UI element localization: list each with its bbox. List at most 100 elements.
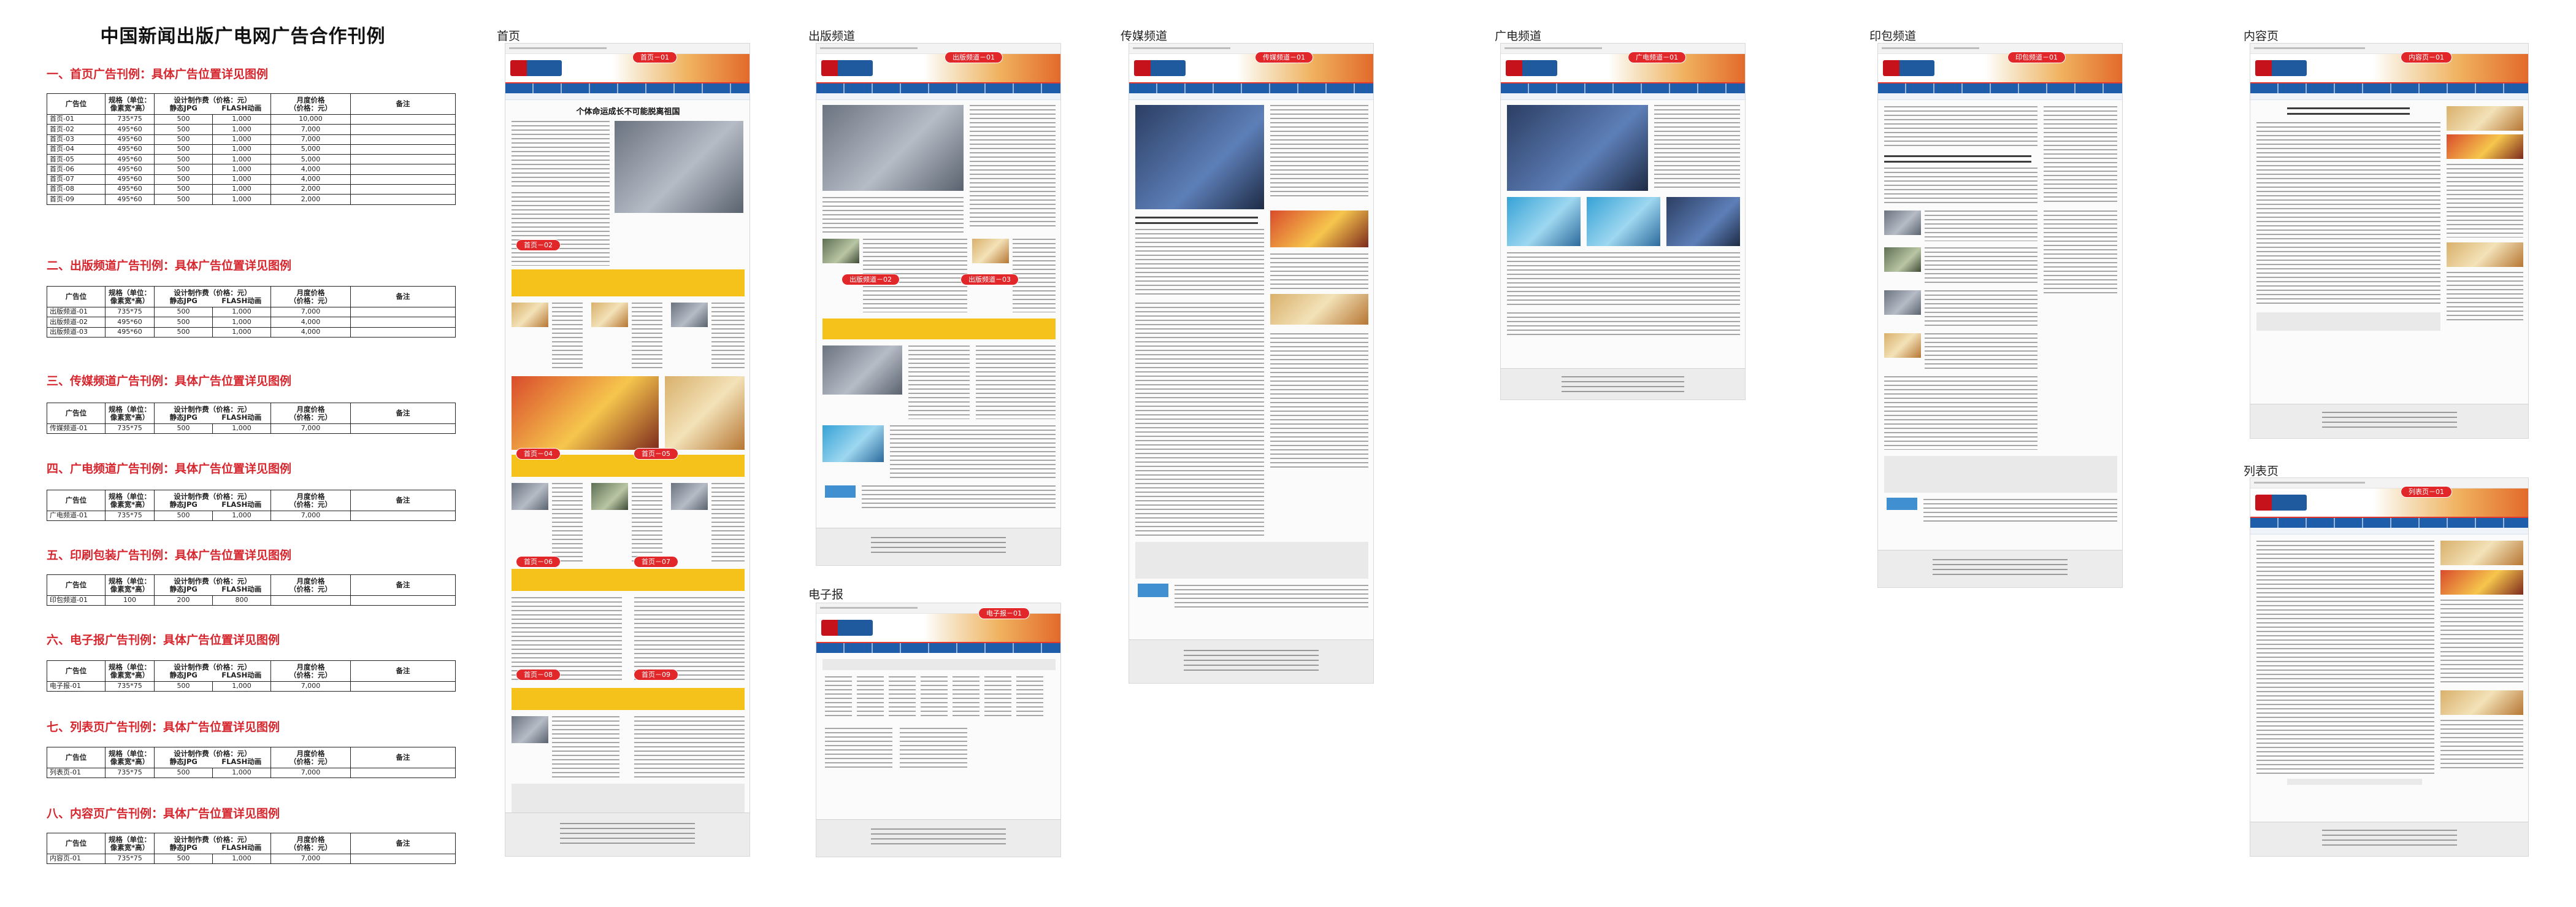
col-fee: 设计制作费（价格：元） 静态JPG FLASH动画 xyxy=(154,660,271,682)
cell-jpg: 500 xyxy=(154,510,213,522)
table-row: 首页-04 495*60 500 1,000 5,000 xyxy=(47,144,456,155)
table-row: 首页-01 735*75 500 1,000 10,000 xyxy=(47,114,456,125)
cell-price: 5,000 xyxy=(270,154,351,165)
ad-tag: 传媒频道－01 xyxy=(1255,52,1313,63)
cell-jpg: 500 xyxy=(154,134,213,145)
cell-note xyxy=(350,134,456,145)
ad-tag: 首页－08 xyxy=(516,670,560,680)
section-heading: 八、内容页广告刊例：具体广告位置详见图例 xyxy=(47,807,280,820)
cell-note xyxy=(350,681,456,692)
col-note: 备注 xyxy=(350,660,456,682)
cell-name: 广电频道-01 xyxy=(47,510,105,522)
media-channel-thumbnail: 传媒频道－01 xyxy=(1129,43,1374,684)
ad-tag: 电子报－01 xyxy=(979,608,1029,619)
cell-price: 4,000 xyxy=(270,164,351,175)
cell-flash: 1,000 xyxy=(212,124,271,135)
ad-tag: 首页－06 xyxy=(516,557,560,567)
cell-size: 495*60 xyxy=(105,317,155,328)
printing-channel-thumbnail: 印包频道－01 xyxy=(1877,43,2123,588)
cell-jpg: 200 xyxy=(154,595,213,606)
cell-note xyxy=(350,853,456,865)
cell-jpg: 500 xyxy=(154,326,213,338)
site-logo xyxy=(510,60,562,76)
table-row: 列表页-01 735*75 500 1,000 7,000 xyxy=(47,767,456,779)
col-monthly: 月度价格 （价格：元） xyxy=(270,747,351,768)
col-note: 备注 xyxy=(350,574,456,596)
table-row: 出版频道-02 495*60 500 1,000 4,000 xyxy=(47,317,456,328)
cell-flash: 1,000 xyxy=(212,194,271,205)
cell-jpg: 500 xyxy=(154,174,213,185)
cell-size: 735*75 xyxy=(105,681,155,692)
cell-note xyxy=(350,164,456,175)
table-row: 内容页-01 735*75 500 1,000 7,000 xyxy=(47,853,456,865)
cell-price: 7,000 xyxy=(270,423,351,434)
cell-price: 5,000 xyxy=(270,144,351,155)
ad-tag: 首页－09 xyxy=(634,670,678,680)
media-channel-caption: 传媒频道 xyxy=(1121,29,1168,43)
cell-note xyxy=(350,423,456,434)
cell-name: 内容页-01 xyxy=(47,853,105,865)
rate-table: 广告位 规格（单位： 像素宽*高） 设计制作费（价格：元） 静态JPG FLASH动画 月度… xyxy=(47,833,456,865)
table-row: 首页-03 495*60 500 1,000 7,000 xyxy=(47,134,456,145)
epaper-caption: 电子报 xyxy=(808,588,844,601)
cell-size: 495*60 xyxy=(105,184,155,195)
cell-note xyxy=(350,306,456,318)
cell-jpg: 500 xyxy=(154,124,213,135)
cell-jpg: 500 xyxy=(154,767,213,779)
table-row: 出版频道-03 495*60 500 1,000 4,000 xyxy=(47,326,456,338)
table-header-row: 广告位 规格（单位： 像素宽*高） 设计制作费（价格：元） 静态JPG FLASH动画 月度… xyxy=(47,490,456,511)
cell-flash: 1,000 xyxy=(212,174,271,185)
cell-price: 4,000 xyxy=(270,317,351,328)
cell-flash: 1,000 xyxy=(212,144,271,155)
cell-name: 电子报-01 xyxy=(47,681,105,692)
ad-tag: 出版频道－01 xyxy=(945,52,1002,63)
document-title: 中国新闻出版广电网广告合作刊例 xyxy=(100,26,386,47)
col-monthly: 月度价格 （价格：元） xyxy=(270,660,351,682)
epaper-thumbnail: 电子报－01 xyxy=(816,603,1061,857)
cell-name: 首页-07 xyxy=(47,174,105,185)
cell-name: 首页-08 xyxy=(47,184,105,195)
section-heading: 四、广电频道广告刊例：具体广告位置详见图例 xyxy=(47,462,292,476)
broadcast-channel-caption: 广电频道 xyxy=(1495,29,1542,43)
cell-price: 2,000 xyxy=(270,184,351,195)
table-header-row: 广告位 规格（单位： 像素宽*高） 设计制作费（价格：元） 静态JPG FLASH动画 月度… xyxy=(47,403,456,424)
cell-flash: 1,000 xyxy=(212,317,271,328)
table-header-row: 广告位 规格（单位： 像素宽*高） 设计制作费（价格：元） 静态JPG FLASH动画 月度… xyxy=(47,833,456,854)
cell-price: 10,000 xyxy=(270,114,351,125)
publishing-channel-thumbnail: 出版频道－01 出版频道－02 出版频道－03 xyxy=(816,43,1061,566)
cell-name: 首页-03 xyxy=(47,134,105,145)
col-type: 广告位 xyxy=(47,490,105,511)
cell-price: 7,000 xyxy=(270,306,351,318)
table-header-row: 广告位 规格（单位： 像素宽*高） 设计制作费（价格：元） 静态JPG FLASH动画 月度… xyxy=(47,660,456,682)
col-size: 规格（单位： 像素宽*高） xyxy=(105,833,155,854)
content-page-thumbnail: 内容页－01 xyxy=(2250,43,2529,439)
cell-size: 495*60 xyxy=(105,134,155,145)
publishing-channel-caption: 出版频道 xyxy=(808,29,856,43)
cell-size: 735*75 xyxy=(105,423,155,434)
cell-jpg: 500 xyxy=(154,164,213,175)
cell-flash: 1,000 xyxy=(212,164,271,175)
cell-flash: 1,000 xyxy=(212,853,271,865)
col-size: 规格（单位： 像素宽*高） xyxy=(105,490,155,511)
cell-size: 495*60 xyxy=(105,124,155,135)
table-row: 广电频道-01 735*75 500 1,000 7,000 xyxy=(47,510,456,522)
printing-channel-caption: 印包频道 xyxy=(1869,29,1917,43)
site-nav-bar xyxy=(505,82,749,93)
home-page-caption: 首页 xyxy=(497,29,521,43)
list-page-thumbnail: 列表页－01 xyxy=(2250,477,2529,857)
ad-tag: 首页－01 xyxy=(633,52,677,63)
site-logo-banner xyxy=(505,54,749,82)
cell-note xyxy=(350,144,456,155)
cell-price xyxy=(270,595,351,606)
cell-flash: 1,000 xyxy=(212,423,271,434)
cell-name: 列表页-01 xyxy=(47,767,105,779)
table-row: 电子报-01 735*75 500 1,000 7,000 xyxy=(47,681,456,692)
cell-size: 495*60 xyxy=(105,326,155,338)
col-note: 备注 xyxy=(350,403,456,424)
ad-tag: 出版频道－02 xyxy=(842,274,899,285)
cell-price: 4,000 xyxy=(270,326,351,338)
cell-size: 495*60 xyxy=(105,164,155,175)
col-type: 广告位 xyxy=(47,403,105,424)
cell-note xyxy=(350,114,456,125)
section-heading: 一、首页广告刊例：具体广告位置详见图例 xyxy=(47,68,269,81)
